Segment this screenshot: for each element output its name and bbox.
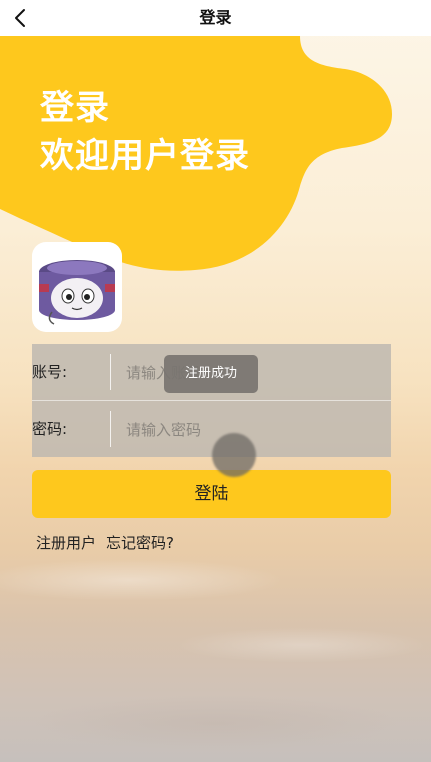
nav-title: 登录 [199, 8, 232, 27]
avatar [32, 242, 122, 332]
loading-spinner [212, 433, 256, 477]
hero-heading: 登录 欢迎用户登录 [40, 84, 250, 180]
login-page: 登录 登录 欢迎用户登录 账号: 请输入账号 密码: 登陆 注册用户 忘记密码?… [0, 0, 431, 762]
toast-message: 注册成功 [164, 355, 258, 393]
hero-subtitle: 欢迎用户登录 [40, 136, 250, 176]
login-button[interactable]: 登陆 [32, 470, 391, 518]
account-label: 账号: [32, 363, 68, 381]
hero-title: 登录 [40, 88, 110, 128]
navbar: 登录 [0, 0, 431, 36]
password-input[interactable] [124, 409, 388, 451]
register-link[interactable]: 注册用户 [36, 534, 96, 552]
password-label: 密码: [32, 420, 68, 438]
field-divider [110, 411, 111, 447]
forgot-password-link[interactable]: 忘记密码? [106, 534, 174, 552]
password-row: 密码: [32, 400, 391, 457]
field-divider [110, 354, 111, 390]
mascot-cake-icon [39, 260, 115, 325]
auth-links: 注册用户 忘记密码? [36, 532, 174, 553]
